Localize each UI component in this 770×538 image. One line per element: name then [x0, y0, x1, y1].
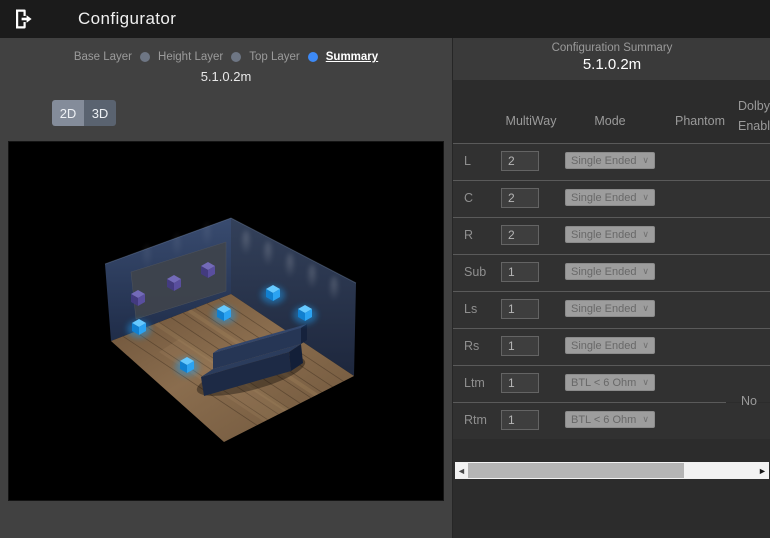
stepper-item-summary[interactable]: Summary [326, 51, 378, 63]
channel-label: Ltm [464, 376, 485, 390]
mode-select[interactable]: Single Ended ∨ [565, 337, 655, 354]
stepper-dot-icon [140, 52, 151, 62]
multiway-input[interactable] [501, 410, 539, 430]
summary-header: Configuration Summary 5.1.0.2m [453, 38, 770, 80]
chevron-down-icon: ∨ [642, 192, 649, 202]
stepper-label[interactable]: Summary [326, 51, 378, 63]
page-title: Configurator [78, 9, 177, 28]
scroll-right-arrow-icon: ► [758, 465, 767, 476]
table-row-ls: Ls Single Ended ∨ [453, 292, 770, 328]
mode-select[interactable]: BTL < 6 Ohm ∨ [565, 411, 655, 428]
multiway-input[interactable] [501, 373, 539, 393]
table-row-rtm: Rtm BTL < 6 Ohm ∨ [453, 403, 770, 439]
scrollbar-thumb[interactable] [468, 463, 684, 478]
mode-select[interactable]: Single Ended ∨ [565, 300, 655, 317]
configuration-summary-panel: Configuration Summary 5.1.0.2m MultiWay … [452, 38, 770, 538]
table-row-ltm: Ltm BTL < 6 Ohm ∨ [453, 366, 770, 402]
chevron-down-icon: ∨ [642, 303, 649, 313]
mode-select[interactable]: Single Ended ∨ [565, 189, 655, 206]
chevron-down-icon: ∨ [642, 155, 649, 165]
column-header-mode: Mode [594, 114, 626, 128]
stepper-label[interactable]: Height Layer [158, 51, 223, 63]
channel-label: Rtm [464, 413, 487, 427]
multiway-input[interactable] [501, 225, 539, 245]
dolby-enabled-merged-value: No [741, 394, 757, 408]
mode-select-value: Single Ended [571, 154, 637, 167]
view-2d-button[interactable]: 2D [52, 100, 84, 126]
configurator-app: Configurator Base Layer Height Layer Top… [0, 0, 770, 538]
mode-select-value: Single Ended [571, 339, 637, 352]
mode-select-value: Single Ended [571, 265, 637, 278]
channel-label: Ls [464, 302, 478, 316]
summary-config-name: 5.1.0.2m [582, 56, 642, 73]
layer-stepper: Base Layer Height Layer Top Layer Summar… [0, 38, 452, 63]
multiway-input[interactable] [501, 262, 539, 282]
scroll-left-button[interactable]: ◄ [455, 462, 468, 479]
channel-label: R [464, 228, 474, 242]
mode-select-value: Single Ended [571, 191, 637, 204]
multiway-input[interactable] [501, 299, 539, 319]
stepper-item-height-layer[interactable]: Height Layer [158, 51, 242, 63]
table-row-rs: Rs Single Ended ∨ [453, 329, 770, 365]
multiway-input[interactable] [501, 336, 539, 356]
chevron-down-icon: ∨ [642, 229, 649, 239]
table-row-c: C Single Ended ∨ [453, 181, 770, 217]
table-row-l: L Single Ended ∨ [453, 144, 770, 180]
mode-select[interactable]: Single Ended ∨ [565, 263, 655, 280]
chevron-down-icon: ∨ [642, 266, 649, 276]
mode-select[interactable]: Single Ended ∨ [565, 226, 655, 243]
stepper-item-base-layer[interactable]: Base Layer [74, 51, 151, 63]
summary-title: Configuration Summary [551, 42, 673, 54]
mode-select-value: BTL < 6 Ohm [571, 413, 637, 426]
configuration-name: 5.1.0.2m [200, 69, 252, 84]
multiway-input[interactable] [501, 151, 539, 171]
channel-label: C [464, 191, 474, 205]
stepper-dot-icon [231, 52, 242, 62]
table-row-sub: Sub Single Ended ∨ [453, 255, 770, 291]
multiway-input[interactable] [501, 188, 539, 208]
view-toggle: 2D 3D [52, 100, 116, 126]
column-header-multiway: MultiWay [505, 114, 557, 128]
chevron-down-icon: ∨ [642, 340, 649, 350]
top-bar: Configurator [0, 0, 770, 38]
channel-label: Rs [464, 339, 480, 353]
room-3d-canvas[interactable] [8, 141, 444, 501]
horizontal-scrollbar[interactable]: ◄ ► [455, 462, 769, 479]
mode-select[interactable]: BTL < 6 Ohm ∨ [565, 374, 655, 391]
view-3d-button[interactable]: 3D [84, 100, 116, 126]
mode-select-value: Single Ended [571, 228, 637, 241]
stepper-item-top-layer[interactable]: Top Layer [249, 51, 318, 63]
stepper-dot-icon [307, 52, 318, 62]
mode-select-value: BTL < 6 Ohm [571, 376, 637, 389]
column-header-dolby-enabled: Dolby Enabled [738, 99, 770, 133]
mode-select[interactable]: Single Ended ∨ [565, 152, 655, 169]
channel-label: Sub [464, 265, 487, 279]
mode-select-value: Single Ended [571, 302, 637, 315]
scroll-left-arrow-icon: ◄ [457, 465, 466, 476]
exit-door-arrow-icon[interactable] [13, 8, 35, 30]
stepper-label[interactable]: Top Layer [249, 51, 300, 63]
left-panel: Base Layer Height Layer Top Layer Summar… [0, 38, 452, 538]
chevron-down-icon: ∨ [642, 414, 649, 424]
column-header-phantom: Phantom [674, 114, 726, 128]
channel-label: L [464, 154, 471, 168]
scroll-right-button[interactable]: ► [756, 462, 769, 479]
table-row-r: R Single Ended ∨ [453, 218, 770, 254]
stepper-label[interactable]: Base Layer [74, 51, 132, 63]
chevron-down-icon: ∨ [642, 377, 649, 387]
room-3d-scene [9, 142, 443, 500]
